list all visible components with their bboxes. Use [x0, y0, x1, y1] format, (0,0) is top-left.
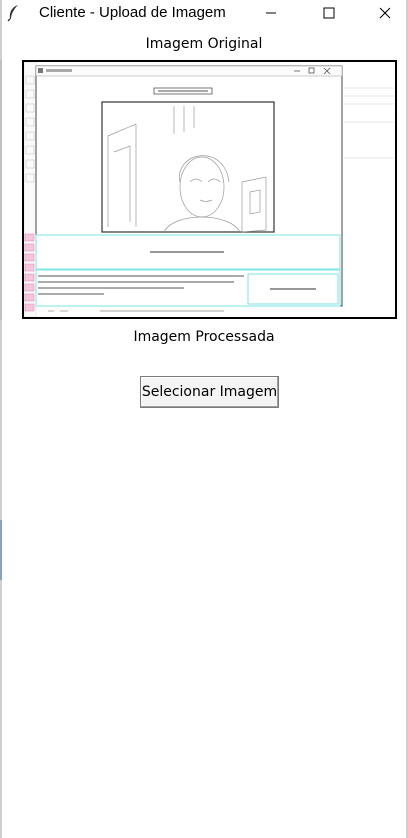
select-image-button[interactable]: Selecionar Imagem: [140, 376, 279, 408]
minimize-icon: [265, 4, 277, 23]
feather-icon: [6, 4, 22, 22]
original-image-label: Imagem Original: [145, 36, 263, 52]
processed-image-label: Imagem Processada: [133, 329, 275, 345]
original-image-content: [23, 61, 395, 318]
background-edge: [0, 60, 2, 320]
minimize-button[interactable]: [248, 0, 294, 26]
maximize-icon: [323, 4, 335, 23]
window-title: Cliente - Upload de Imagem: [39, 4, 226, 21]
close-button[interactable]: [362, 0, 408, 26]
close-icon: [379, 4, 391, 23]
title-bar[interactable]: Cliente - Upload de Imagem: [0, 0, 408, 26]
original-image: [22, 60, 397, 319]
app-window: Cliente - Upload de Imagem Imagem Origin…: [0, 0, 408, 838]
background-edge: [0, 520, 2, 580]
maximize-button[interactable]: [306, 0, 352, 26]
